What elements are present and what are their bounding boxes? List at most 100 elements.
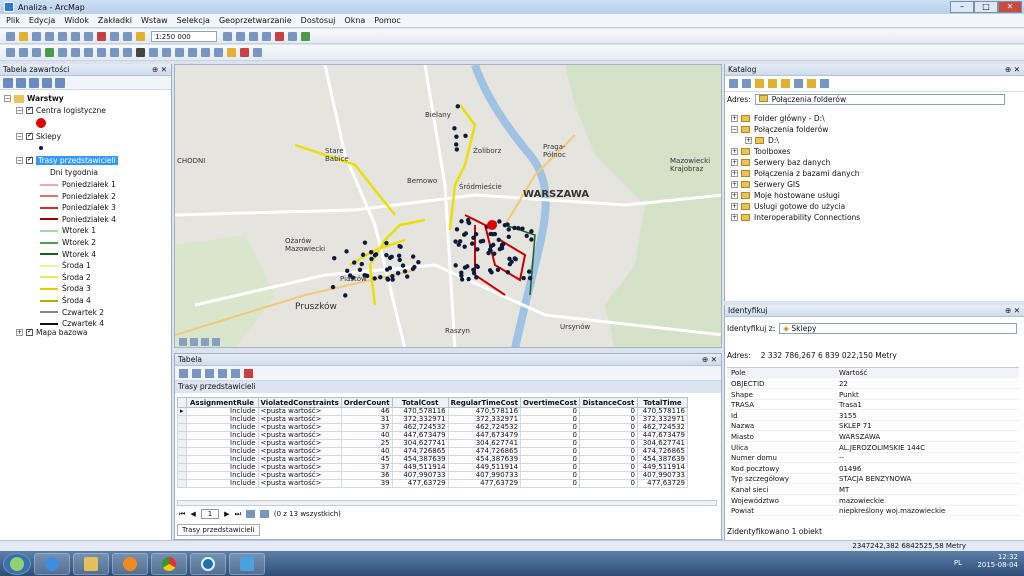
store-marker[interactable] xyxy=(478,239,484,244)
store-marker[interactable] xyxy=(463,231,469,236)
search-window-icon[interactable] xyxy=(262,31,271,41)
tree-root-warstwy[interactable]: − Warstwy xyxy=(4,94,64,103)
last-record-icon[interactable]: ⏭ xyxy=(235,510,241,519)
create-viewer-icon[interactable] xyxy=(253,48,262,57)
minimize-button[interactable]: – xyxy=(950,1,974,13)
toc-options-icon[interactable] xyxy=(55,77,65,88)
expand-icon[interactable]: + xyxy=(16,329,23,336)
table-cell[interactable]: 0 xyxy=(520,439,580,448)
store-marker[interactable] xyxy=(529,237,534,242)
refresh-icon[interactable] xyxy=(201,338,209,346)
open-icon[interactable] xyxy=(19,31,28,41)
identify-from-select[interactable]: ◈ Sklepy xyxy=(779,323,1018,334)
pan-icon[interactable] xyxy=(32,48,41,57)
arctoolbox-icon[interactable] xyxy=(275,31,284,41)
catalog-item[interactable]: + Moje hostowane usługi xyxy=(731,191,840,200)
collapse-icon[interactable]: − xyxy=(16,157,23,164)
new-folder-icon[interactable] xyxy=(807,79,816,88)
store-marker[interactable] xyxy=(491,242,496,248)
list-by-visibility-icon[interactable] xyxy=(29,77,39,88)
store-marker[interactable] xyxy=(396,253,402,258)
layer-checkbox[interactable] xyxy=(26,155,33,164)
taskbar-search[interactable] xyxy=(190,552,226,575)
list-by-source-icon[interactable] xyxy=(16,77,26,88)
forward-extent-icon[interactable] xyxy=(97,48,106,57)
delete-icon[interactable] xyxy=(97,31,106,41)
data-view-icon[interactable] xyxy=(179,338,187,346)
horizontal-scrollbar[interactable] xyxy=(177,500,717,506)
catalog-options-icon[interactable] xyxy=(820,79,829,88)
table-cell[interactable]: 0 xyxy=(520,471,580,480)
collapse-icon[interactable]: − xyxy=(4,95,11,102)
store-marker[interactable] xyxy=(505,269,511,275)
save-icon[interactable] xyxy=(32,31,41,41)
expand-icon[interactable]: + xyxy=(731,192,738,199)
store-marker[interactable] xyxy=(387,255,393,260)
column-header[interactable]: ViolatedConstraints xyxy=(257,397,342,408)
table-cell[interactable]: 0 xyxy=(579,439,638,448)
zoom-in-icon[interactable] xyxy=(6,48,15,57)
table-cell[interactable]: 0 xyxy=(579,423,638,432)
identify-field-row[interactable]: Nazwa SKLEP 71 xyxy=(727,421,1019,432)
layer-checkbox[interactable] xyxy=(26,327,33,336)
table-cell[interactable]: 0 xyxy=(520,479,580,488)
store-marker[interactable] xyxy=(372,276,377,281)
column-header[interactable]: OrderCount xyxy=(340,397,393,408)
close-button[interactable]: ✕ xyxy=(998,1,1022,13)
views-icon[interactable] xyxy=(794,79,803,88)
expand-icon[interactable]: + xyxy=(731,214,738,221)
table-cell[interactable]: Include xyxy=(185,479,259,488)
zoom-out-icon[interactable] xyxy=(19,48,28,57)
menu-zakladki[interactable]: Zakładki xyxy=(98,16,132,25)
list-by-selection-icon[interactable] xyxy=(42,77,52,88)
catalog-item[interactable]: + Folder główny - D:\ xyxy=(731,114,825,123)
related-tables-icon[interactable] xyxy=(192,368,201,378)
table-cell[interactable]: 0 xyxy=(520,455,580,464)
store-marker[interactable] xyxy=(474,263,479,269)
identify-field-row[interactable]: Kod pocztowy 01496 xyxy=(727,464,1019,474)
table-cell[interactable]: 0 xyxy=(520,423,580,432)
address-input[interactable]: Połączenia folderów xyxy=(754,94,1005,105)
store-marker[interactable] xyxy=(454,134,459,139)
taskbar-ie[interactable] xyxy=(34,552,70,575)
store-marker[interactable] xyxy=(457,239,463,244)
table-bottom-tab[interactable]: Trasy przedstawicieli xyxy=(177,524,260,536)
list-by-drawing-order-icon[interactable] xyxy=(3,77,13,88)
pin-icon[interactable]: ⊕ ✕ xyxy=(152,64,167,76)
tray-date[interactable]: 2015-08-04 xyxy=(977,561,1018,569)
network-analyst-icon[interactable] xyxy=(240,48,249,57)
collapse-icon[interactable]: − xyxy=(16,107,23,114)
store-marker[interactable] xyxy=(462,244,467,249)
clear-selection-icon[interactable] xyxy=(231,368,240,378)
layer-checkbox[interactable] xyxy=(26,105,33,114)
identify-field-row[interactable]: OBJECTID 22 xyxy=(727,379,1019,389)
table-cell[interactable]: 0 xyxy=(520,431,580,440)
back-icon[interactable] xyxy=(729,79,738,88)
show-all-records-icon[interactable] xyxy=(245,510,255,518)
catalog-item[interactable]: + Serwery GIS xyxy=(731,180,800,189)
store-marker[interactable] xyxy=(526,269,532,274)
menu-dostosuj[interactable]: Dostosuj xyxy=(301,16,336,25)
back-extent-icon[interactable] xyxy=(84,48,93,57)
layer-centra-logistyczne[interactable]: − Centra logistyczne xyxy=(16,105,106,115)
store-marker[interactable] xyxy=(405,274,410,279)
store-marker[interactable] xyxy=(410,254,416,259)
store-marker[interactable] xyxy=(372,253,378,258)
layer-mapa-bazowa[interactable]: + Mapa bazowa xyxy=(16,327,87,337)
expand-icon[interactable]: + xyxy=(731,159,738,166)
store-marker[interactable] xyxy=(343,293,348,298)
delete-selected-icon[interactable] xyxy=(244,368,253,378)
store-marker[interactable] xyxy=(359,261,364,267)
store-marker[interactable] xyxy=(462,265,468,270)
clear-selection-icon[interactable] xyxy=(123,48,132,57)
time-slider-icon[interactable] xyxy=(227,48,236,57)
table-cell[interactable]: <pusta wartość> xyxy=(257,479,342,488)
row-selector[interactable] xyxy=(177,455,187,464)
maximize-button[interactable]: □ xyxy=(974,1,998,13)
switch-selection-icon[interactable] xyxy=(218,368,227,378)
select-features-icon[interactable] xyxy=(110,48,119,57)
table-cell[interactable]: 477,63729 xyxy=(447,479,522,488)
identify-field-row[interactable]: Typ szczegółowy STACJA BENZYNOWA xyxy=(727,474,1019,485)
print-icon[interactable] xyxy=(45,31,54,41)
copy-icon[interactable] xyxy=(71,31,80,41)
